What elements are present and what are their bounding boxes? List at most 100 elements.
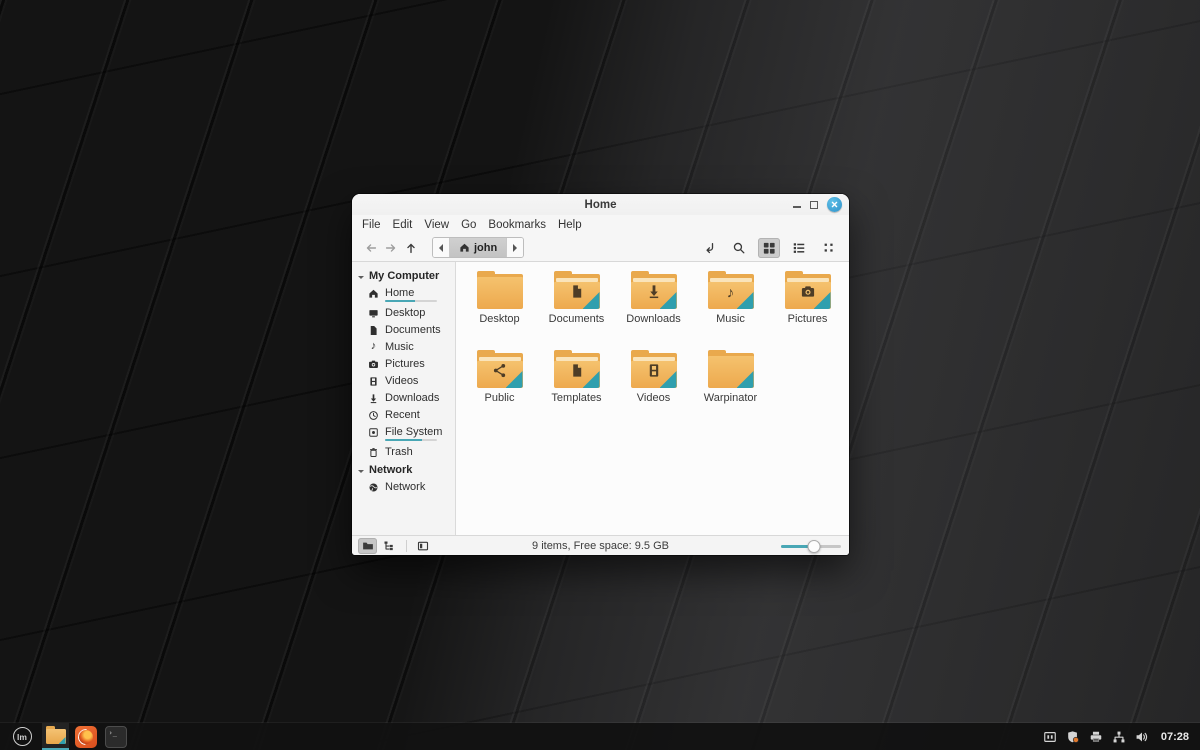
menu-help[interactable]: Help: [552, 217, 588, 233]
file-item-downloads[interactable]: Downloads: [615, 268, 692, 347]
document-emblem-icon: [569, 284, 584, 302]
desktop-icon: [369, 310, 378, 318]
menu-go[interactable]: Go: [455, 217, 482, 233]
menu-bookmarks[interactable]: Bookmarks: [482, 217, 552, 233]
toolbar: john: [352, 234, 849, 261]
zoom-slider[interactable]: [781, 539, 841, 553]
arrow-up-icon: [407, 243, 415, 253]
menu-edit[interactable]: Edit: [387, 217, 419, 233]
forward-button[interactable]: [381, 238, 401, 258]
chevron-left-icon: [439, 243, 443, 252]
clock[interactable]: 07:28: [1161, 731, 1189, 743]
arrow-right-icon: [385, 243, 396, 252]
taskbar-files-app[interactable]: [42, 723, 69, 750]
mint-logo-icon: lm: [12, 727, 32, 746]
files-icon: [45, 726, 66, 744]
folder-icon: [707, 350, 754, 388]
folder-icon: [476, 350, 523, 388]
edit-path-icon: [706, 242, 714, 253]
sidebar-item-music[interactable]: ♪ Music: [352, 339, 455, 356]
maximize-icon[interactable]: [810, 200, 818, 209]
menu-view[interactable]: View: [418, 217, 455, 233]
arrow-left-icon: [366, 243, 377, 252]
close-icon[interactable]: [827, 197, 842, 212]
firefox-icon: [74, 725, 97, 748]
update-manager-icon[interactable]: [1066, 730, 1080, 744]
folder-icon: [553, 350, 600, 388]
sidebar-section-network[interactable]: Network: [352, 461, 455, 479]
sidebar-item-pictures[interactable]: Pictures: [352, 356, 455, 373]
search-icon: [733, 242, 745, 253]
document-emblem-icon: [569, 363, 584, 381]
volume-icon[interactable]: [1135, 730, 1149, 744]
home-icon: [460, 243, 469, 252]
printer-icon[interactable]: [1089, 730, 1103, 744]
camera-icon: [369, 360, 378, 368]
file-manager-window: Home File Edit View Go Bookmarks Help jo…: [352, 194, 849, 555]
share-emblem-icon: [492, 363, 507, 381]
mint-menu-button[interactable]: lm: [5, 723, 39, 750]
download-arrow-icon: [370, 394, 377, 404]
disk-usage-bar: [385, 439, 437, 441]
film-emblem-icon: [646, 363, 661, 381]
system-tray: 07:28: [1043, 730, 1195, 744]
sidebar-item-trash[interactable]: Trash: [352, 444, 455, 461]
breadcrumb-home-segment[interactable]: john: [450, 238, 507, 257]
disk-icon: [369, 428, 378, 437]
menu-file[interactable]: File: [356, 217, 387, 233]
collapse-triangle-icon: [358, 275, 364, 279]
back-button[interactable]: [361, 238, 381, 258]
file-item-documents[interactable]: Documents: [538, 268, 615, 347]
sidebar-item-videos[interactable]: Videos: [352, 373, 455, 390]
sidebar-item-documents[interactable]: Documents: [352, 322, 455, 339]
status-text: 9 items, Free space: 9.5 GB: [532, 539, 669, 552]
system-tray-app-icon[interactable]: [1043, 730, 1057, 744]
file-item-templates[interactable]: Templates: [538, 347, 615, 426]
sidebar-item-recent[interactable]: Recent: [352, 407, 455, 424]
breadcrumb: john: [432, 237, 525, 258]
folder-icon: [630, 271, 677, 309]
window-title: Home: [584, 198, 617, 211]
menubar: File Edit View Go Bookmarks Help: [352, 215, 849, 234]
breadcrumb-prev-button[interactable]: [433, 238, 450, 257]
icon-view-button[interactable]: [758, 237, 780, 258]
sidebar-section-my-computer[interactable]: My Computer: [352, 267, 455, 285]
trash-icon: [370, 448, 377, 457]
breadcrumb-label: john: [474, 241, 498, 254]
sidebar-item-file-system[interactable]: File System: [352, 424, 455, 444]
sidebar-item-network[interactable]: Network: [352, 479, 455, 496]
network-icon[interactable]: [1112, 730, 1126, 744]
toggle-location-entry-button[interactable]: [698, 238, 720, 258]
list-view-button[interactable]: [788, 238, 810, 258]
folder-icon: [553, 271, 600, 309]
chevron-right-icon: [513, 243, 518, 252]
file-item-public[interactable]: Public: [461, 347, 538, 426]
file-item-pictures[interactable]: Pictures: [769, 268, 846, 347]
sidebar-item-home[interactable]: Home: [352, 285, 455, 305]
file-item-warpinator[interactable]: Warpinator: [692, 347, 769, 426]
statusbar: 9 items, Free space: 9.5 GB: [352, 535, 849, 555]
slider-handle[interactable]: [807, 539, 821, 553]
up-button[interactable]: [401, 238, 421, 258]
taskbar-terminal-app[interactable]: ›_: [102, 723, 129, 750]
home-icon: [369, 289, 378, 298]
titlebar[interactable]: Home: [352, 194, 849, 215]
minimize-icon[interactable]: [793, 206, 801, 208]
breadcrumb-next-button[interactable]: [506, 238, 524, 257]
file-item-videos[interactable]: Videos: [615, 347, 692, 426]
file-grid: Desktop Documents Downloads ♪ Music Pict…: [456, 262, 849, 535]
file-item-desktop[interactable]: Desktop: [461, 268, 538, 347]
sidebar-item-desktop[interactable]: Desktop: [352, 305, 455, 322]
taskbar: lm ›_ 07:28: [0, 723, 1200, 750]
taskbar-firefox-app[interactable]: [72, 723, 99, 750]
search-button[interactable]: [728, 238, 750, 258]
folder-icon: [630, 350, 677, 388]
camera-emblem-icon: [800, 284, 815, 302]
document-icon: [370, 326, 377, 335]
file-item-music[interactable]: ♪ Music: [692, 268, 769, 347]
film-icon: [370, 377, 377, 386]
collapse-triangle-icon: [358, 469, 364, 473]
compact-view-button[interactable]: [818, 238, 840, 258]
folder-icon: [476, 271, 523, 309]
sidebar-item-downloads[interactable]: Downloads: [352, 390, 455, 407]
